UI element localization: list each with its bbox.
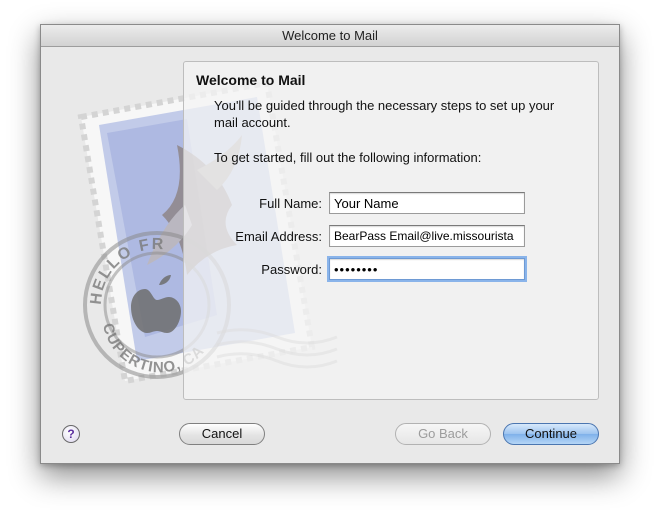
full-name-row: Full Name: (184, 192, 598, 216)
continue-button[interactable]: Continue (503, 423, 599, 445)
panel-heading: Welcome to Mail (196, 72, 306, 88)
go-back-button[interactable]: Go Back (395, 423, 491, 445)
panel-instruction: To get started, fill out the following i… (214, 150, 482, 165)
full-name-label: Full Name: (259, 196, 322, 211)
panel-description: You'll be guided through the necessary s… (214, 98, 555, 130)
email-label: Email Address: (235, 229, 322, 244)
full-name-input[interactable] (329, 192, 525, 214)
help-button[interactable]: ? (62, 425, 80, 443)
email-input[interactable] (329, 225, 525, 247)
cancel-button[interactable]: Cancel (179, 423, 265, 445)
password-row: Password: (184, 258, 598, 282)
setup-dialog-window: Welcome to Mail HELLO FR CUPERTINO, CA (40, 24, 620, 464)
email-row: Email Address: (184, 225, 598, 249)
window-title: Welcome to Mail (41, 25, 619, 47)
password-label: Password: (261, 262, 322, 277)
content-panel: Welcome to Mail You'll be guided through… (183, 61, 599, 400)
password-input[interactable] (329, 258, 525, 280)
